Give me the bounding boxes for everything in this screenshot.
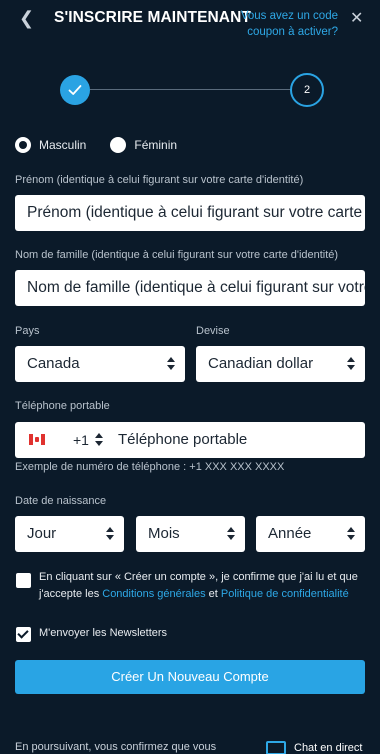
birth-month-value: Mois bbox=[148, 525, 180, 542]
birth-day-select[interactable]: Jour bbox=[15, 516, 124, 552]
select-arrows-icon bbox=[227, 527, 235, 541]
first-name-label: Prénom (identique à celui figurant sur v… bbox=[15, 174, 304, 186]
gender-female-label[interactable]: Féminin bbox=[134, 138, 177, 152]
terms-text: En cliquant sur « Créer un compte », je … bbox=[39, 569, 369, 603]
last-name-label: Nom de famille (identique à celui figura… bbox=[15, 249, 339, 261]
create-account-button[interactable]: Créer Un Nouveau Compte bbox=[15, 660, 365, 694]
step-2-current: 2 bbox=[290, 73, 324, 107]
country-label: Pays bbox=[15, 325, 40, 337]
close-icon[interactable]: ✕ bbox=[350, 8, 363, 28]
footer-text: En poursuivant, vous confirmez que vous bbox=[15, 741, 217, 753]
gender-radio-group: Masculin Féminin bbox=[15, 135, 201, 155]
progress-stepper: 2 bbox=[60, 73, 324, 107]
newsletter-label[interactable]: M'envoyer les Newsletters bbox=[39, 627, 167, 639]
step-1-complete bbox=[60, 75, 90, 105]
dial-code-arrows-icon[interactable] bbox=[95, 433, 103, 447]
gender-female-radio[interactable] bbox=[110, 137, 127, 153]
gender-male-label[interactable]: Masculin bbox=[39, 138, 86, 152]
birth-year-value: Année bbox=[268, 525, 312, 542]
coupon-link-line1: Vous avez un code bbox=[240, 10, 338, 22]
newsletter-checkbox[interactable] bbox=[16, 627, 31, 642]
terms-checkbox[interactable] bbox=[16, 573, 31, 588]
select-arrows-icon bbox=[347, 357, 355, 371]
terms-conditions-link[interactable]: Conditions générales bbox=[102, 588, 205, 600]
country-select[interactable]: Canada bbox=[15, 346, 185, 382]
gender-male-radio[interactable] bbox=[15, 137, 31, 153]
country-select-value: Canada bbox=[27, 355, 80, 372]
last-name-input[interactable]: Nom de famille (identique à celui figura… bbox=[15, 270, 365, 306]
live-chat-label: Chat en direct bbox=[294, 742, 363, 754]
select-arrows-icon bbox=[347, 527, 355, 541]
check-icon bbox=[68, 85, 82, 95]
stepper-line bbox=[90, 89, 292, 90]
canada-flag-icon[interactable] bbox=[29, 434, 45, 445]
select-arrows-icon bbox=[106, 527, 114, 541]
coupon-link[interactable]: Vous avez un code coupon à activer? bbox=[240, 8, 338, 40]
currency-select[interactable]: Canadian dollar bbox=[196, 346, 365, 382]
phone-input[interactable]: Téléphone portable bbox=[118, 422, 247, 458]
currency-select-value: Canadian dollar bbox=[208, 355, 314, 372]
birth-month-select[interactable]: Mois bbox=[136, 516, 245, 552]
chevron-left-icon[interactable]: ❮ bbox=[19, 8, 34, 28]
page-title: S'INSCRIRE MAINTENANT bbox=[54, 9, 251, 26]
phone-field: +1 Téléphone portable bbox=[15, 422, 365, 458]
phone-label: Téléphone portable bbox=[15, 400, 110, 412]
coupon-link-line2: coupon à activer? bbox=[247, 26, 338, 38]
header: ❮ S'INSCRIRE MAINTENANT Vous avez un cod… bbox=[0, 0, 380, 44]
select-arrows-icon bbox=[167, 357, 175, 371]
phone-hint: Exemple de numéro de téléphone : +1 XXX … bbox=[15, 461, 285, 473]
birth-day-value: Jour bbox=[27, 525, 57, 542]
first-name-input[interactable]: Prénom (identique à celui figurant sur v… bbox=[15, 195, 365, 231]
dial-code-select[interactable]: +1 bbox=[73, 422, 89, 458]
birth-year-select[interactable]: Année bbox=[256, 516, 365, 552]
terms-text-middle: et bbox=[205, 588, 221, 600]
birthdate-label: Date de naissance bbox=[15, 495, 107, 507]
currency-label: Devise bbox=[196, 325, 230, 337]
live-chat-button[interactable]: Chat en direct bbox=[266, 740, 362, 754]
chat-icon bbox=[266, 741, 286, 754]
privacy-policy-link[interactable]: Politique de confidentialité bbox=[221, 588, 349, 600]
